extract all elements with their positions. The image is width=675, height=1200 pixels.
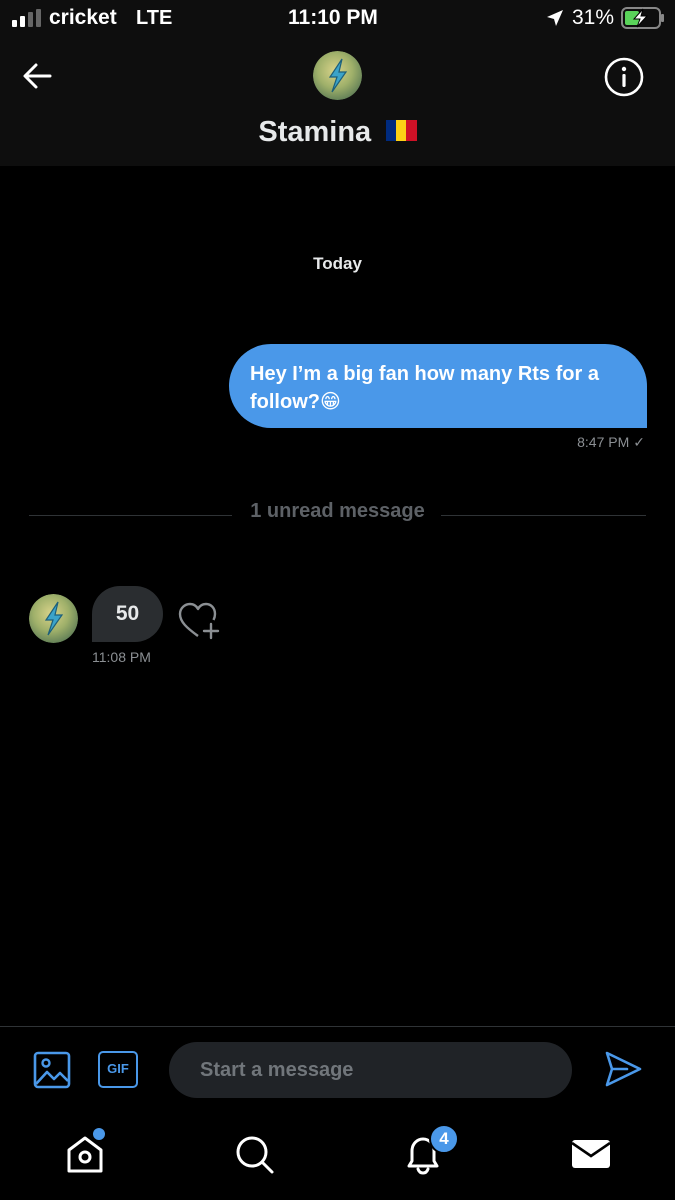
status-bar: cricket LTE 11:10 PM 31% xyxy=(0,0,675,38)
contact-avatar[interactable] xyxy=(313,51,362,100)
info-icon[interactable] xyxy=(603,56,645,98)
conversation-header: Stamina xyxy=(0,38,675,166)
carrier-name: cricket xyxy=(49,6,117,29)
notification-count-badge: 4 xyxy=(429,1124,459,1154)
lightning-bolt-icon xyxy=(313,51,362,100)
location-arrow-icon xyxy=(547,10,563,26)
lightning-bolt-icon xyxy=(29,594,78,643)
new-content-dot xyxy=(93,1128,105,1140)
contact-name: Stamina xyxy=(258,116,372,148)
romania-flag-icon xyxy=(385,120,417,141)
sender-avatar[interactable] xyxy=(29,594,78,643)
message-input[interactable] xyxy=(169,1042,572,1098)
gif-button[interactable]: GIF xyxy=(98,1051,138,1088)
unread-label: 1 unread message xyxy=(250,500,425,522)
dm-conversation-screen: cricket LTE 11:10 PM 31% Stamina Today H… xyxy=(0,0,675,1200)
signal-strength-icon xyxy=(12,9,41,27)
check-icon: ✓ xyxy=(633,434,645,450)
messages-envelope-icon[interactable] xyxy=(567,1130,615,1178)
incoming-message-bubble[interactable]: 50 xyxy=(92,586,163,642)
search-icon[interactable] xyxy=(230,1130,278,1178)
day-separator: Today xyxy=(313,254,362,273)
composer-divider xyxy=(0,1026,675,1027)
contact-name-row[interactable]: Stamina xyxy=(0,116,675,149)
status-time: 11:10 PM xyxy=(288,6,378,29)
battery-charging-icon xyxy=(621,7,664,29)
network-type: LTE xyxy=(136,7,173,29)
back-arrow-icon[interactable] xyxy=(18,56,58,96)
heart-plus-icon[interactable] xyxy=(177,600,221,642)
send-icon[interactable] xyxy=(603,1049,643,1089)
outgoing-message-meta: 8:47 PM ✓ xyxy=(577,434,645,451)
divider-line-right xyxy=(441,515,646,516)
unread-divider: 1 unread message xyxy=(29,500,646,528)
incoming-message-time: 11:08 PM xyxy=(92,649,151,665)
outgoing-message-time: 8:47 PM xyxy=(577,434,630,450)
battery-percent: 31% xyxy=(572,6,615,29)
image-icon[interactable] xyxy=(32,1050,72,1090)
outgoing-message-bubble[interactable]: Hey I’m a big fan how many Rts for a fol… xyxy=(229,344,647,428)
